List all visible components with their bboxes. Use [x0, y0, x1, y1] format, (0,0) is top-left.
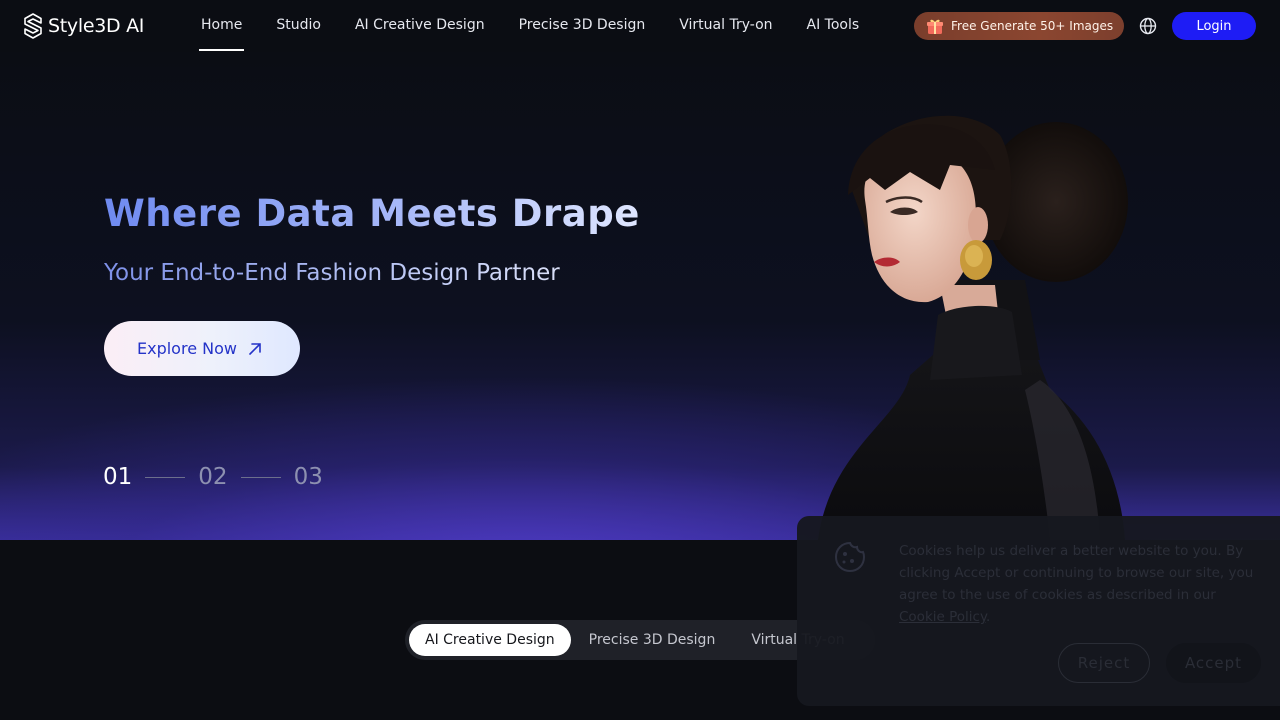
nav-item-ai-tools[interactable]: AI Tools	[790, 0, 877, 52]
slide-pager: 01 02 03	[103, 464, 323, 490]
logo-icon	[24, 13, 42, 39]
cookie-message: Cookies help us deliver a better website…	[899, 543, 1254, 625]
nav-item-home[interactable]: Home	[184, 0, 259, 52]
cookie-policy-link[interactable]: Cookie Policy	[899, 609, 986, 625]
fashion-model-image	[818, 115, 1128, 540]
hero-title: Where Data Meets Drape	[104, 192, 640, 235]
top-nav: Style3D AI Home Studio AI Creative Desig…	[0, 0, 1280, 52]
login-button[interactable]: Login	[1172, 12, 1256, 40]
nav-item-virtual-try-on[interactable]: Virtual Try-on	[662, 0, 789, 52]
brand-logo[interactable]: Style3D AI	[24, 13, 144, 39]
slide-indicator-03[interactable]: 03	[294, 464, 323, 490]
gift-icon	[927, 19, 943, 34]
tab-precise-3d-design[interactable]: Precise 3D Design	[571, 624, 734, 656]
accept-cookies-button[interactable]: Accept	[1166, 643, 1261, 683]
pager-divider	[145, 476, 186, 478]
cookie-consent-banner: Cookies help us deliver a better website…	[797, 516, 1280, 706]
slide-indicator-01[interactable]: 01	[103, 464, 132, 490]
slide-indicator-02[interactable]: 02	[198, 464, 227, 490]
reject-cookies-button[interactable]: Reject	[1058, 643, 1150, 683]
promo-label: Free Generate 50+ Images	[951, 19, 1114, 33]
explore-now-button[interactable]: Explore Now	[104, 321, 300, 376]
pager-divider	[240, 476, 281, 478]
explore-now-label: Explore Now	[137, 339, 237, 358]
globe-icon[interactable]	[1138, 16, 1158, 36]
hero-subtitle: Your End-to-End Fashion Design Partner	[104, 260, 560, 286]
cookie-message-text: Cookies help us deliver a better website…	[899, 543, 1254, 603]
main-navigation: Home Studio AI Creative Design Precise 3…	[184, 0, 878, 52]
nav-item-studio[interactable]: Studio	[259, 0, 338, 52]
tab-ai-creative-design[interactable]: AI Creative Design	[409, 624, 571, 656]
nav-item-ai-creative-design[interactable]: AI Creative Design	[338, 0, 502, 52]
brand-name: Style3D AI	[48, 15, 145, 37]
cookie-icon	[834, 541, 866, 573]
hero-banner: Where Data Meets Drape Your End-to-End F…	[0, 52, 1280, 540]
free-generate-promo-button[interactable]: Free Generate 50+ Images	[914, 12, 1124, 40]
nav-item-precise-3d-design[interactable]: Precise 3D Design	[502, 0, 663, 52]
arrow-up-right-icon	[249, 342, 261, 355]
